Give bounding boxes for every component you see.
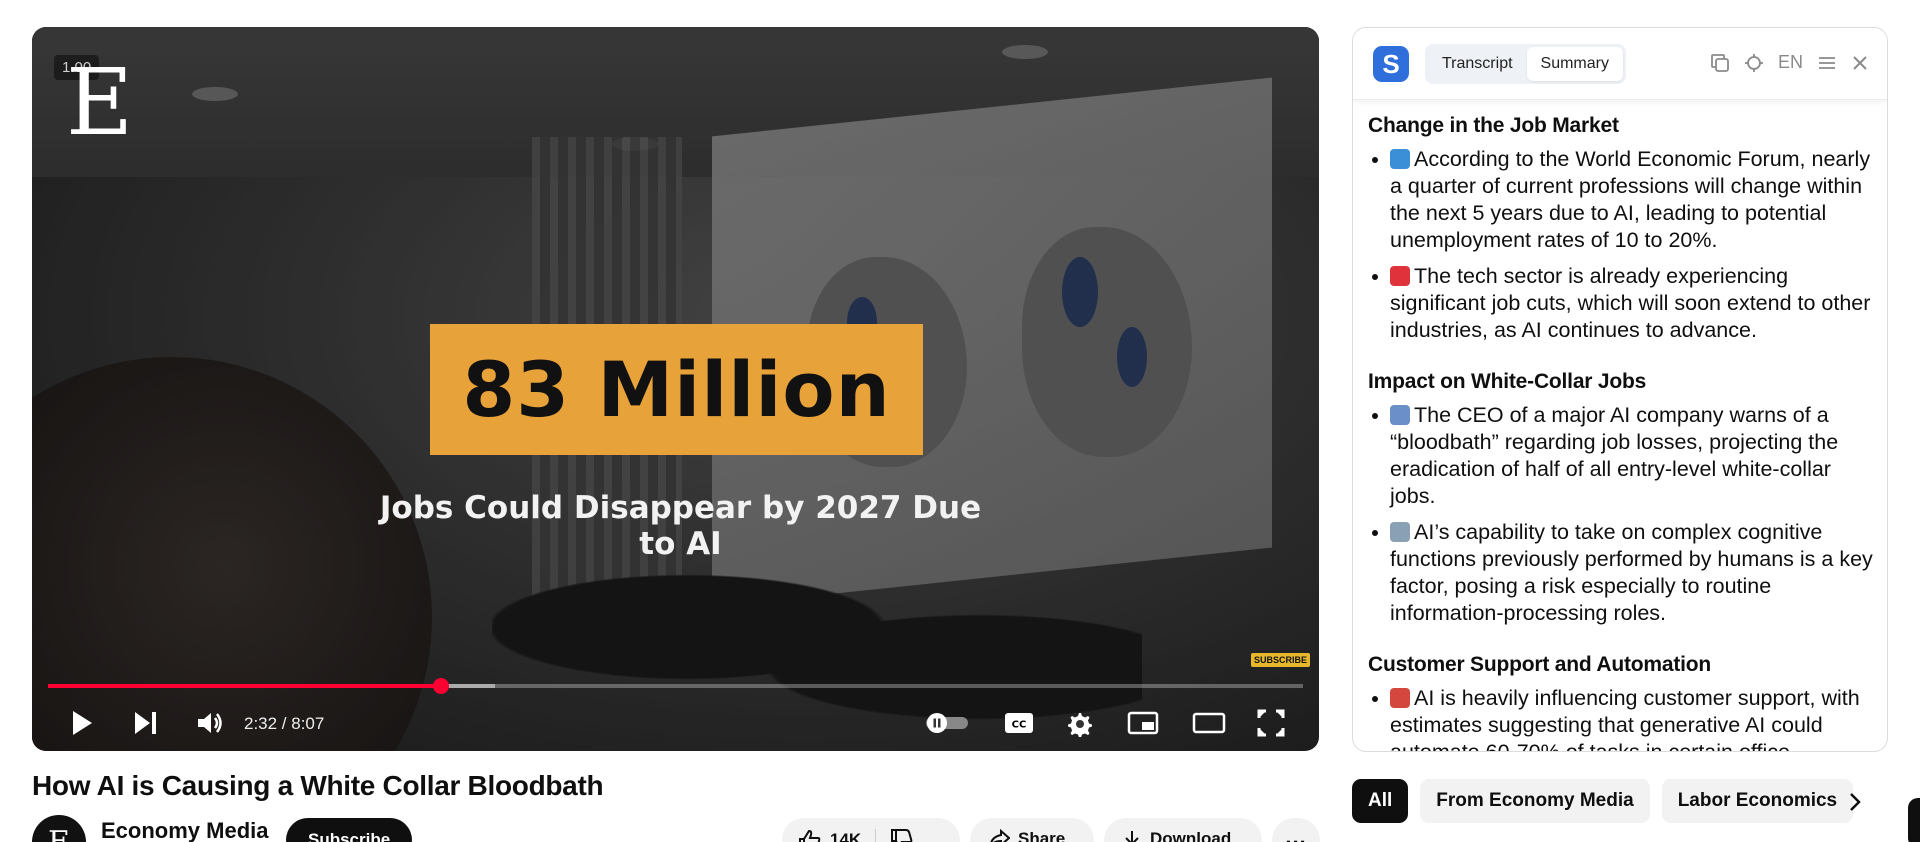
summary-section-title: Impact on White-Collar Jobs xyxy=(1368,370,1647,393)
next-button[interactable] xyxy=(124,699,168,747)
panel-header-actions: EN xyxy=(1710,52,1869,73)
filter-chip[interactable]: From Economy Media xyxy=(1420,779,1650,823)
summary-panel: S Transcript Summary EN Change in the Jo… xyxy=(1352,27,1888,752)
filter-chip[interactable]: Labor Economics xyxy=(1661,779,1854,823)
theater-mode-button[interactable] xyxy=(1184,699,1234,747)
summary-bullet-list: According to the World Economic Forum, n… xyxy=(1368,146,1873,344)
fullscreen-button[interactable] xyxy=(1248,699,1294,747)
summary-bullet: The CEO of a major AI company warns of a… xyxy=(1368,402,1873,510)
share-button[interactable]: Share xyxy=(970,818,1094,842)
autoplay-toggle[interactable] xyxy=(922,699,972,747)
extension-logo-icon[interactable]: S xyxy=(1373,46,1409,82)
filter-chip[interactable]: All xyxy=(1352,779,1409,823)
more-icon: ... xyxy=(1285,824,1307,842)
fullscreen-icon xyxy=(1257,709,1285,737)
captions-button[interactable]: CC xyxy=(996,699,1042,747)
video-title: How AI is Causing a White Collar Bloodba… xyxy=(32,770,604,801)
chips-next-button[interactable] xyxy=(1838,785,1872,819)
summary-bullet-text: AI is heavily influencing customer suppo… xyxy=(1390,686,1860,751)
globe-icon xyxy=(1390,149,1410,169)
summary-bullet: AI’s capability to take on complex cogni… xyxy=(1368,519,1873,627)
summary-section-title: Customer Support and Automation xyxy=(1368,653,1712,676)
share-icon xyxy=(990,829,1010,842)
chart-down-icon xyxy=(1390,405,1410,425)
sub-headline-text: Jobs Could Disappear by 2027 Due to AI xyxy=(379,490,982,562)
share-label: Share xyxy=(1018,829,1066,842)
like-count: 14K xyxy=(830,830,862,842)
progress-played xyxy=(48,684,441,688)
player-controls: 2:32 / 8:07 CC xyxy=(32,699,1319,747)
play-icon xyxy=(73,711,92,735)
like-divider xyxy=(875,829,877,842)
like-button[interactable]: 14K xyxy=(798,829,861,842)
robot-icon xyxy=(1390,522,1410,542)
autoplay-toggle-icon xyxy=(926,713,968,733)
summary-bullet-text: The CEO of a major AI company warns of a… xyxy=(1390,403,1839,508)
panel-tabs: Transcript Summary xyxy=(1425,44,1626,84)
download-icon xyxy=(1125,831,1139,842)
subscribe-watermark-button[interactable]: SUBSCRIBE xyxy=(1251,653,1311,667)
play-button[interactable] xyxy=(60,699,104,747)
summary-bullet: AI is heavily influencing customer suppo… xyxy=(1368,685,1873,751)
headline-text: 83 Million xyxy=(462,345,891,434)
summary-bullet-list: The CEO of a major AI company warns of a… xyxy=(1368,402,1873,627)
theater-mode-icon xyxy=(1192,712,1226,734)
phone-icon xyxy=(1390,688,1410,708)
copy-icon[interactable] xyxy=(1710,53,1730,73)
summary-bullet: The tech sector is already experiencing … xyxy=(1368,263,1873,344)
miniplayer-button[interactable] xyxy=(1120,699,1166,747)
gear-icon xyxy=(1068,713,1092,737)
settings-button[interactable] xyxy=(1056,699,1102,747)
panel-header: S Transcript Summary EN xyxy=(1353,28,1887,100)
download-label: Download xyxy=(1150,829,1232,842)
siren-icon xyxy=(1390,266,1410,286)
subscribe-button[interactable]: Subscribe xyxy=(286,818,413,842)
summary-bullet-text: The tech sector is already experiencing … xyxy=(1390,264,1871,342)
skip-next-icon xyxy=(135,712,156,734)
sub-headline: Jobs Could Disappear by 2027 Due to AI xyxy=(32,490,1319,562)
video-player[interactable]: 1.00 E 83 Million Jobs Could Disappear b… xyxy=(32,27,1319,751)
time-display: 2:32 / 8:07 xyxy=(244,714,325,733)
tab-summary[interactable]: Summary xyxy=(1526,47,1623,81)
related-filter-chips: All From Economy Media Labor Economics xyxy=(1352,779,1854,823)
progress-bar[interactable] xyxy=(48,678,1303,694)
chevron-right-icon xyxy=(1850,793,1861,811)
channel-name[interactable]: Economy Media xyxy=(101,818,268,842)
channel-avatar[interactable]: E xyxy=(32,815,86,842)
summary-bullet-text: AI’s capability to take on complex cogni… xyxy=(1390,520,1873,625)
thumbs-down-icon xyxy=(891,829,913,842)
dislike-button[interactable] xyxy=(890,829,914,842)
summary-bullet-text: According to the World Economic Forum, n… xyxy=(1390,147,1871,252)
progress-scrubber[interactable] xyxy=(432,678,449,694)
channel-watermark-logo: E xyxy=(66,49,134,156)
thumbs-up-icon xyxy=(799,829,821,842)
headline-box: 83 Million xyxy=(430,324,923,455)
volume-button[interactable] xyxy=(188,699,232,747)
miniplayer-icon xyxy=(1127,711,1159,735)
summary-content: Change in the Job Market According to the… xyxy=(1368,114,1873,751)
summary-bullet: According to the World Economic Forum, n… xyxy=(1368,146,1873,254)
crosshair-icon[interactable] xyxy=(1744,53,1764,73)
more-actions-button[interactable]: ... xyxy=(1272,818,1320,842)
captions-icon: CC xyxy=(1005,713,1033,733)
download-button[interactable]: Download xyxy=(1104,818,1262,842)
summary-section-title: Change in the Job Market xyxy=(1368,114,1619,137)
volume-icon xyxy=(198,713,222,733)
tab-transcript[interactable]: Transcript xyxy=(1428,47,1527,81)
side-edge-button[interactable] xyxy=(1908,798,1920,842)
close-icon[interactable] xyxy=(1851,54,1869,72)
svg-text:CC: CC xyxy=(1012,720,1027,731)
menu-icon[interactable] xyxy=(1817,53,1837,73)
summary-bullet-list: AI is heavily influencing customer suppo… xyxy=(1368,685,1873,751)
language-selector[interactable]: EN xyxy=(1778,52,1803,73)
like-dislike-group: 14K xyxy=(782,818,960,842)
